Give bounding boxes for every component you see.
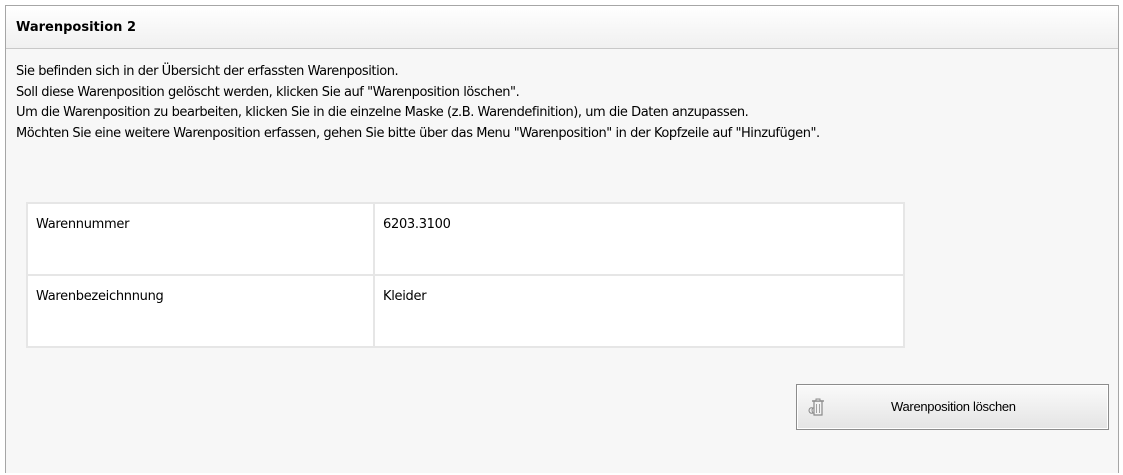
row-value[interactable]: 6203.3100 (373, 202, 905, 276)
instruction-line: Sie befinden sich in der Übersicht der e… (16, 64, 399, 79)
row-label: Warennummer (26, 202, 375, 276)
table-row[interactable]: Warennummer 6203.3100 (26, 202, 905, 276)
row-value[interactable]: Kleider (373, 274, 905, 348)
instruction-text: Sie befinden sich in der Übersicht der e… (16, 62, 820, 144)
instruction-line: Um die Warenposition zu bearbeiten, klic… (16, 105, 749, 120)
table-row[interactable]: Warenbezeichnnung Kleider (26, 274, 905, 348)
goods-details-table: Warennummer 6203.3100 Warenbezeichnnung … (26, 202, 905, 348)
panel-header: Warenposition 2 (6, 6, 1118, 49)
trash-can-icon (808, 398, 824, 416)
delete-position-button[interactable]: Warenposition löschen (796, 384, 1109, 430)
instruction-line: Möchten Sie eine weitere Warenposition e… (16, 125, 820, 141)
panel-title: Warenposition 2 (16, 19, 136, 35)
delete-button-label: Warenposition löschen (891, 399, 1016, 414)
instruction-line: Soll diese Warenposition gelöscht werden… (16, 84, 520, 100)
row-label: Warenbezeichnnung (26, 274, 375, 348)
